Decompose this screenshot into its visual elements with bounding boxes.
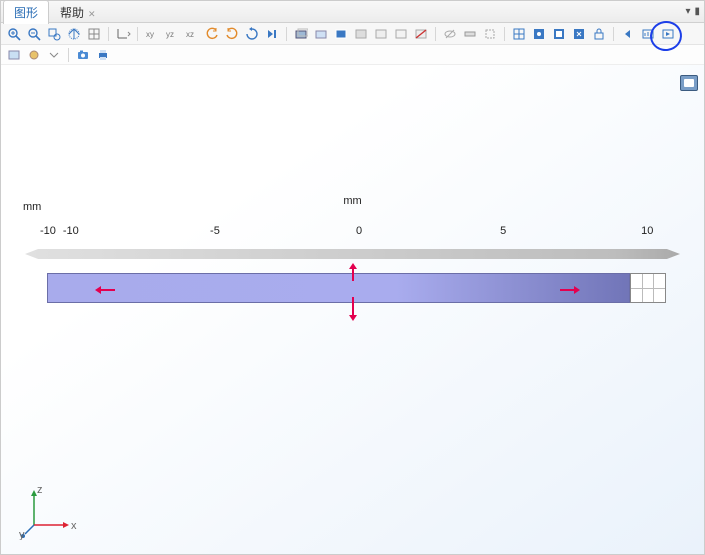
arrow-right-icon	[560, 285, 580, 295]
separator	[613, 27, 614, 41]
render-3-icon[interactable]	[392, 25, 410, 43]
arrow-up-icon	[347, 263, 359, 281]
axis-unit-top: mm	[343, 195, 361, 207]
main-bar	[47, 273, 630, 303]
lock-view-icon[interactable]	[590, 25, 608, 43]
view-xz-icon[interactable]: xz	[183, 25, 201, 43]
separator	[68, 48, 69, 62]
app-window: 图形 帮助✕ ▾ ▮ xy yz xz	[0, 0, 705, 555]
arrow-down-icon	[347, 297, 359, 321]
x-tick: -5	[210, 225, 220, 237]
animation-icon[interactable]	[659, 25, 677, 43]
main-toolbar: xy yz xz	[1, 23, 704, 45]
plot-settings-icon[interactable]	[639, 25, 657, 43]
view-xy-icon[interactable]: xy	[143, 25, 161, 43]
geometry: 1 0.5 0	[25, 249, 680, 309]
arrow-left-icon	[95, 285, 115, 295]
lock-axis-icon[interactable]	[570, 25, 588, 43]
plot-area-icon[interactable]	[550, 25, 568, 43]
x-tick-start-dup: -10	[40, 225, 56, 237]
show-grid-icon[interactable]	[510, 25, 528, 43]
separator	[137, 27, 138, 41]
tab-graphics-label: 图形	[14, 6, 38, 20]
graphics-canvas[interactable]: mm mm -10 -10 -5 0 5 10	[1, 65, 704, 554]
zoom-selected-icon[interactable]	[85, 25, 103, 43]
render-off-icon[interactable]	[412, 25, 430, 43]
zoom-out-icon[interactable]	[25, 25, 43, 43]
svg-text:yz: yz	[166, 30, 174, 39]
scene-light-icon[interactable]	[530, 25, 548, 43]
separator	[108, 27, 109, 41]
separator	[504, 27, 505, 41]
view-yz-icon[interactable]: yz	[163, 25, 181, 43]
results-panel-icon[interactable]	[680, 75, 698, 91]
select-icon[interactable]	[481, 25, 499, 43]
x-tick: 0	[356, 225, 362, 237]
render-1-icon[interactable]	[352, 25, 370, 43]
clipping-icon[interactable]	[292, 25, 310, 43]
svg-text:xz: xz	[186, 30, 194, 39]
tabbar-right: ▾ ▮	[685, 6, 704, 17]
tab-menu-icon[interactable]: ▾	[685, 6, 690, 17]
sel-boundary-icon[interactable]	[25, 46, 43, 64]
reset-view-icon[interactable]	[243, 25, 261, 43]
rotate-cw-icon[interactable]	[223, 25, 241, 43]
sel-domain-icon[interactable]	[5, 46, 23, 64]
go-to-end-icon[interactable]	[263, 25, 281, 43]
tab-graphics[interactable]: 图形	[3, 0, 49, 24]
tab-help-label: 帮助	[60, 6, 84, 20]
transparency-icon[interactable]	[312, 25, 330, 43]
top-strip	[25, 249, 680, 259]
plot-area: mm mm -10 -10 -5 0 5 10	[25, 225, 680, 309]
tab-bar: 图形 帮助 ✕ ▾ ▮	[1, 1, 704, 23]
tab-help[interactable]: 帮助 ✕	[49, 0, 107, 24]
mesh-grid	[630, 273, 666, 303]
x-tick: -10	[63, 225, 79, 237]
triad-y-label: y	[19, 529, 25, 540]
zoom-extents-icon[interactable]	[65, 25, 83, 43]
snapshot-icon[interactable]	[74, 46, 92, 64]
secondary-toolbar	[1, 45, 704, 65]
triad-z-label: z	[37, 484, 43, 496]
prev-plot-icon[interactable]	[619, 25, 637, 43]
x-tick: 5	[500, 225, 506, 237]
svg-text:xy: xy	[146, 30, 154, 39]
x-tick: 10	[641, 225, 653, 237]
print-icon[interactable]	[94, 46, 112, 64]
x-axis: -10 -10 -5 0 5 10	[25, 225, 680, 243]
rotate-ccw-icon[interactable]	[203, 25, 221, 43]
measure-icon[interactable]	[461, 25, 479, 43]
triad-x-label: x	[71, 520, 77, 532]
zoom-box-icon[interactable]	[45, 25, 63, 43]
separator	[435, 27, 436, 41]
axes-dropdown-icon[interactable]	[114, 25, 132, 43]
sel-dropdown-icon[interactable]	[45, 46, 63, 64]
render-2-icon[interactable]	[372, 25, 390, 43]
axis-triad: z y x	[19, 480, 79, 540]
tab-pin-icon[interactable]: ▮	[694, 6, 700, 17]
hide-icon[interactable]	[441, 25, 459, 43]
close-icon[interactable]: ✕	[88, 9, 96, 19]
separator	[286, 27, 287, 41]
zoom-in-icon[interactable]	[5, 25, 23, 43]
wireframe-icon[interactable]	[332, 25, 350, 43]
axis-unit-left: mm	[23, 201, 41, 213]
